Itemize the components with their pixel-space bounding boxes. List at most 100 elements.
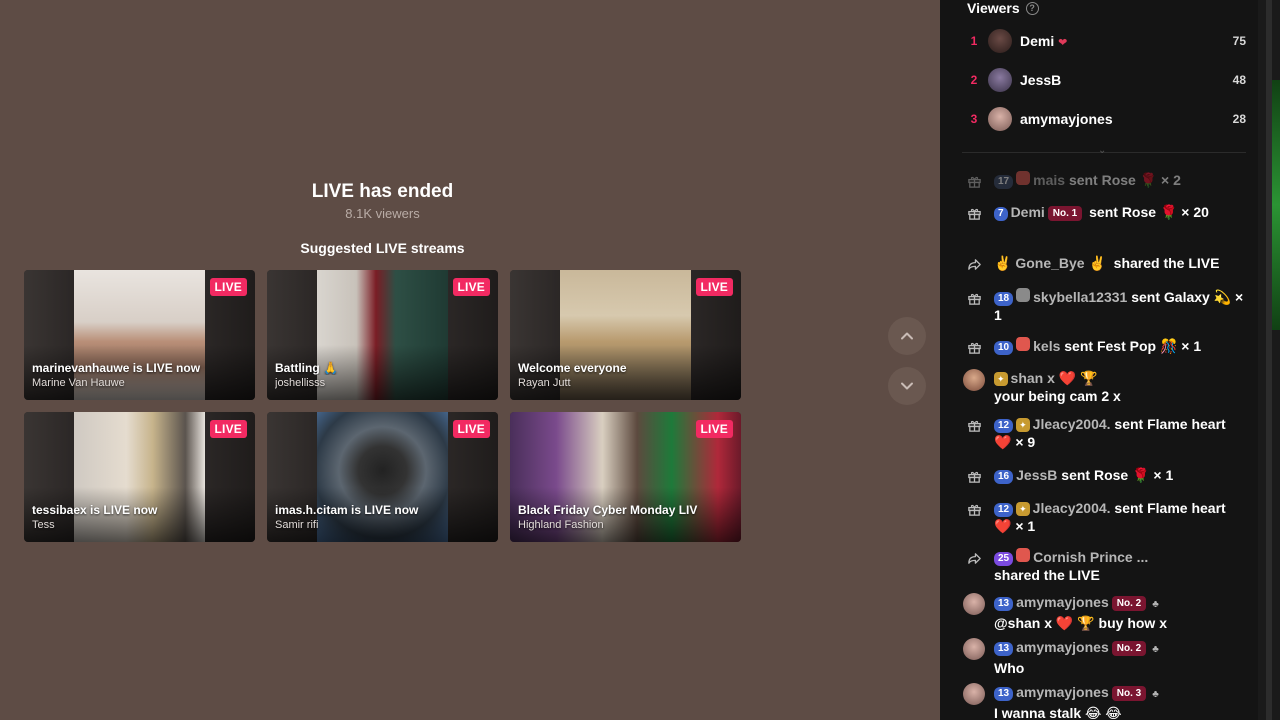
stream-host: joshellisss (275, 377, 326, 389)
viewer-rank: 1 (970, 34, 978, 48)
scroll-down-button[interactable] (888, 367, 926, 405)
live-side-panel: Viewers ? 1 Demi ❤ 75 2 JessB 48 3 amyma… (940, 0, 1258, 720)
help-icon[interactable]: ? (1025, 1, 1039, 15)
chat-username[interactable]: Demi (1011, 204, 1045, 220)
chat-username[interactable]: Cornish Prince ... (1033, 549, 1148, 565)
chat-text: shared the LIVE (1113, 255, 1220, 271)
level-badge: 13 (994, 687, 1014, 701)
chat-text: @shan x ❤️ 🏆 buy how x (994, 615, 1167, 631)
stream-card[interactable]: LIVE imas.h.citam is LIVE now Samir rifi (267, 412, 498, 542)
viewers-header: Viewers ? (967, 0, 1039, 16)
subscriber-badge (1016, 288, 1031, 302)
viewer-name: Demi ❤ (1020, 33, 1068, 49)
gift-icon (964, 337, 984, 357)
level-badge: 10 (994, 341, 1014, 355)
expand-chevron-icon[interactable]: ⌄ (1098, 145, 1106, 156)
avatar (988, 107, 1012, 131)
subscriber-badge (1016, 548, 1031, 562)
chat-text: Who (994, 660, 1025, 676)
stream-title: Black Friday Cyber Monday LIV (518, 503, 698, 517)
chat-username[interactable]: Jleacy2004. (1033, 500, 1111, 516)
gift-icon (964, 466, 984, 486)
level-badge: 12 (994, 419, 1014, 433)
level-badge: 13 (994, 597, 1014, 611)
rank-badge: No. 2 (1111, 596, 1147, 611)
fan-badge: ✦ (994, 372, 1008, 386)
chat-text: sent Fest Pop 🎊 × 1 (1064, 338, 1202, 354)
chat-username[interactable]: amymayjones (1016, 594, 1109, 610)
chevron-up-icon (901, 332, 913, 340)
chat-username[interactable]: amymayjones (1016, 684, 1109, 700)
gift-icon (964, 499, 984, 519)
top-viewer-row[interactable]: 3 amymayjones 28 (964, 106, 1246, 132)
chat-text: your being cam 2 x (994, 388, 1121, 404)
chat-username[interactable]: skybella12331 (1033, 289, 1127, 305)
stream-card[interactable]: LIVE Black Friday Cyber Monday LIV Highl… (510, 412, 741, 542)
stream-card[interactable]: LIVE Welcome everyone Rayan Jutt (510, 270, 741, 400)
person-icon: ♣ (1152, 644, 1159, 655)
gift-icon (964, 288, 984, 308)
chat-text: shared the LIVE (994, 567, 1100, 583)
stream-host: Tess (32, 519, 55, 531)
live-ended-title: LIVE has ended (311, 181, 454, 202)
chat-text: sent Rose 🌹 × 1 (1061, 467, 1174, 483)
top-viewer-row[interactable]: 1 Demi ❤ 75 (964, 28, 1246, 54)
scroll-up-button[interactable] (888, 317, 926, 355)
chat-username[interactable]: JessB (1016, 467, 1057, 483)
stream-card[interactable]: LIVE Battling 🙏 joshellisss (267, 270, 498, 400)
level-badge: 7 (994, 207, 1008, 221)
chat-username[interactable]: amymayjones (1016, 639, 1109, 655)
chat-username[interactable]: ✌️ Gone_Bye ✌️ (994, 255, 1106, 271)
person-icon: ♣ (1152, 599, 1159, 610)
chat-message: 10 kels sent Fest Pop 🎊 × 1 (964, 337, 1246, 355)
chat-message: 12 ✦ Jleacy2004. sent Flame heart ❤️ × 1 (964, 499, 1246, 535)
rank-badge: No. 2 (1111, 641, 1147, 656)
stream-host: Marine Van Hauwe (32, 377, 125, 389)
main-area: LIVE has ended 8.1K viewers Suggested LI… (0, 0, 940, 720)
chat-username[interactable]: mais (1033, 172, 1065, 188)
avatar (963, 638, 985, 660)
viewer-rank: 3 (970, 112, 978, 126)
live-badge: LIVE (209, 278, 247, 296)
chat-username[interactable]: Jleacy2004. (1033, 416, 1111, 432)
top-viewer-row[interactable]: 2 JessB 48 (964, 67, 1246, 93)
live-badge: LIVE (452, 278, 490, 296)
level-badge: 13 (994, 642, 1014, 656)
gift-icon (964, 203, 984, 223)
viewer-gift-count: 48 (1232, 73, 1246, 87)
stream-title: imas.h.citam is LIVE now (275, 503, 419, 517)
chat-message: 13 amymayjones No. 2 ♣ Who (963, 638, 1246, 677)
stream-card[interactable]: LIVE marinevanhauwe is LIVE now Marine V… (24, 270, 255, 400)
level-badge: 25 (994, 552, 1014, 566)
stream-title: Welcome everyone (518, 361, 627, 375)
avatar (963, 593, 985, 615)
avatar (988, 68, 1012, 92)
gift-icon (964, 171, 984, 191)
viewer-name: amymayjones (1020, 111, 1113, 127)
viewer-gift-count: 75 (1232, 34, 1246, 48)
avatar (963, 683, 985, 705)
chat-message: ✦ shan x ❤️ 🏆 your being cam 2 x (963, 369, 1246, 405)
chat-message: 7 Demi No. 1 sent Rose 🌹 × 20 (964, 203, 1246, 221)
avatar (963, 369, 985, 391)
stream-card[interactable]: LIVE tessibaex is LIVE now Tess (24, 412, 255, 542)
level-badge: 18 (994, 292, 1014, 306)
rank-badge: No. 1 (1047, 206, 1083, 221)
chat-message: 16 JessB sent Rose 🌹 × 1 (964, 466, 1246, 484)
live-badge: LIVE (452, 420, 490, 438)
subscriber-badge (1016, 171, 1031, 185)
viewer-rank: 2 (970, 73, 978, 87)
viewer-name: JessB (1020, 72, 1062, 88)
chevron-down-icon (901, 382, 913, 390)
chat-username[interactable]: shan x ❤️ 🏆 (1011, 370, 1098, 386)
subscriber-badge (1016, 337, 1031, 351)
stream-host: Highland Fashion (518, 519, 604, 531)
chat-text: I wanna stalk 😂 😂 (994, 705, 1122, 720)
share-icon (964, 548, 984, 568)
fan-badge: ✦ (1016, 418, 1030, 432)
chat-username[interactable]: kels (1033, 338, 1060, 354)
person-icon: ♣ (1152, 689, 1159, 700)
stream-title: marinevanhauwe is LIVE now (32, 361, 201, 375)
stream-host: Rayan Jutt (518, 377, 571, 389)
level-badge: 12 (994, 503, 1014, 517)
